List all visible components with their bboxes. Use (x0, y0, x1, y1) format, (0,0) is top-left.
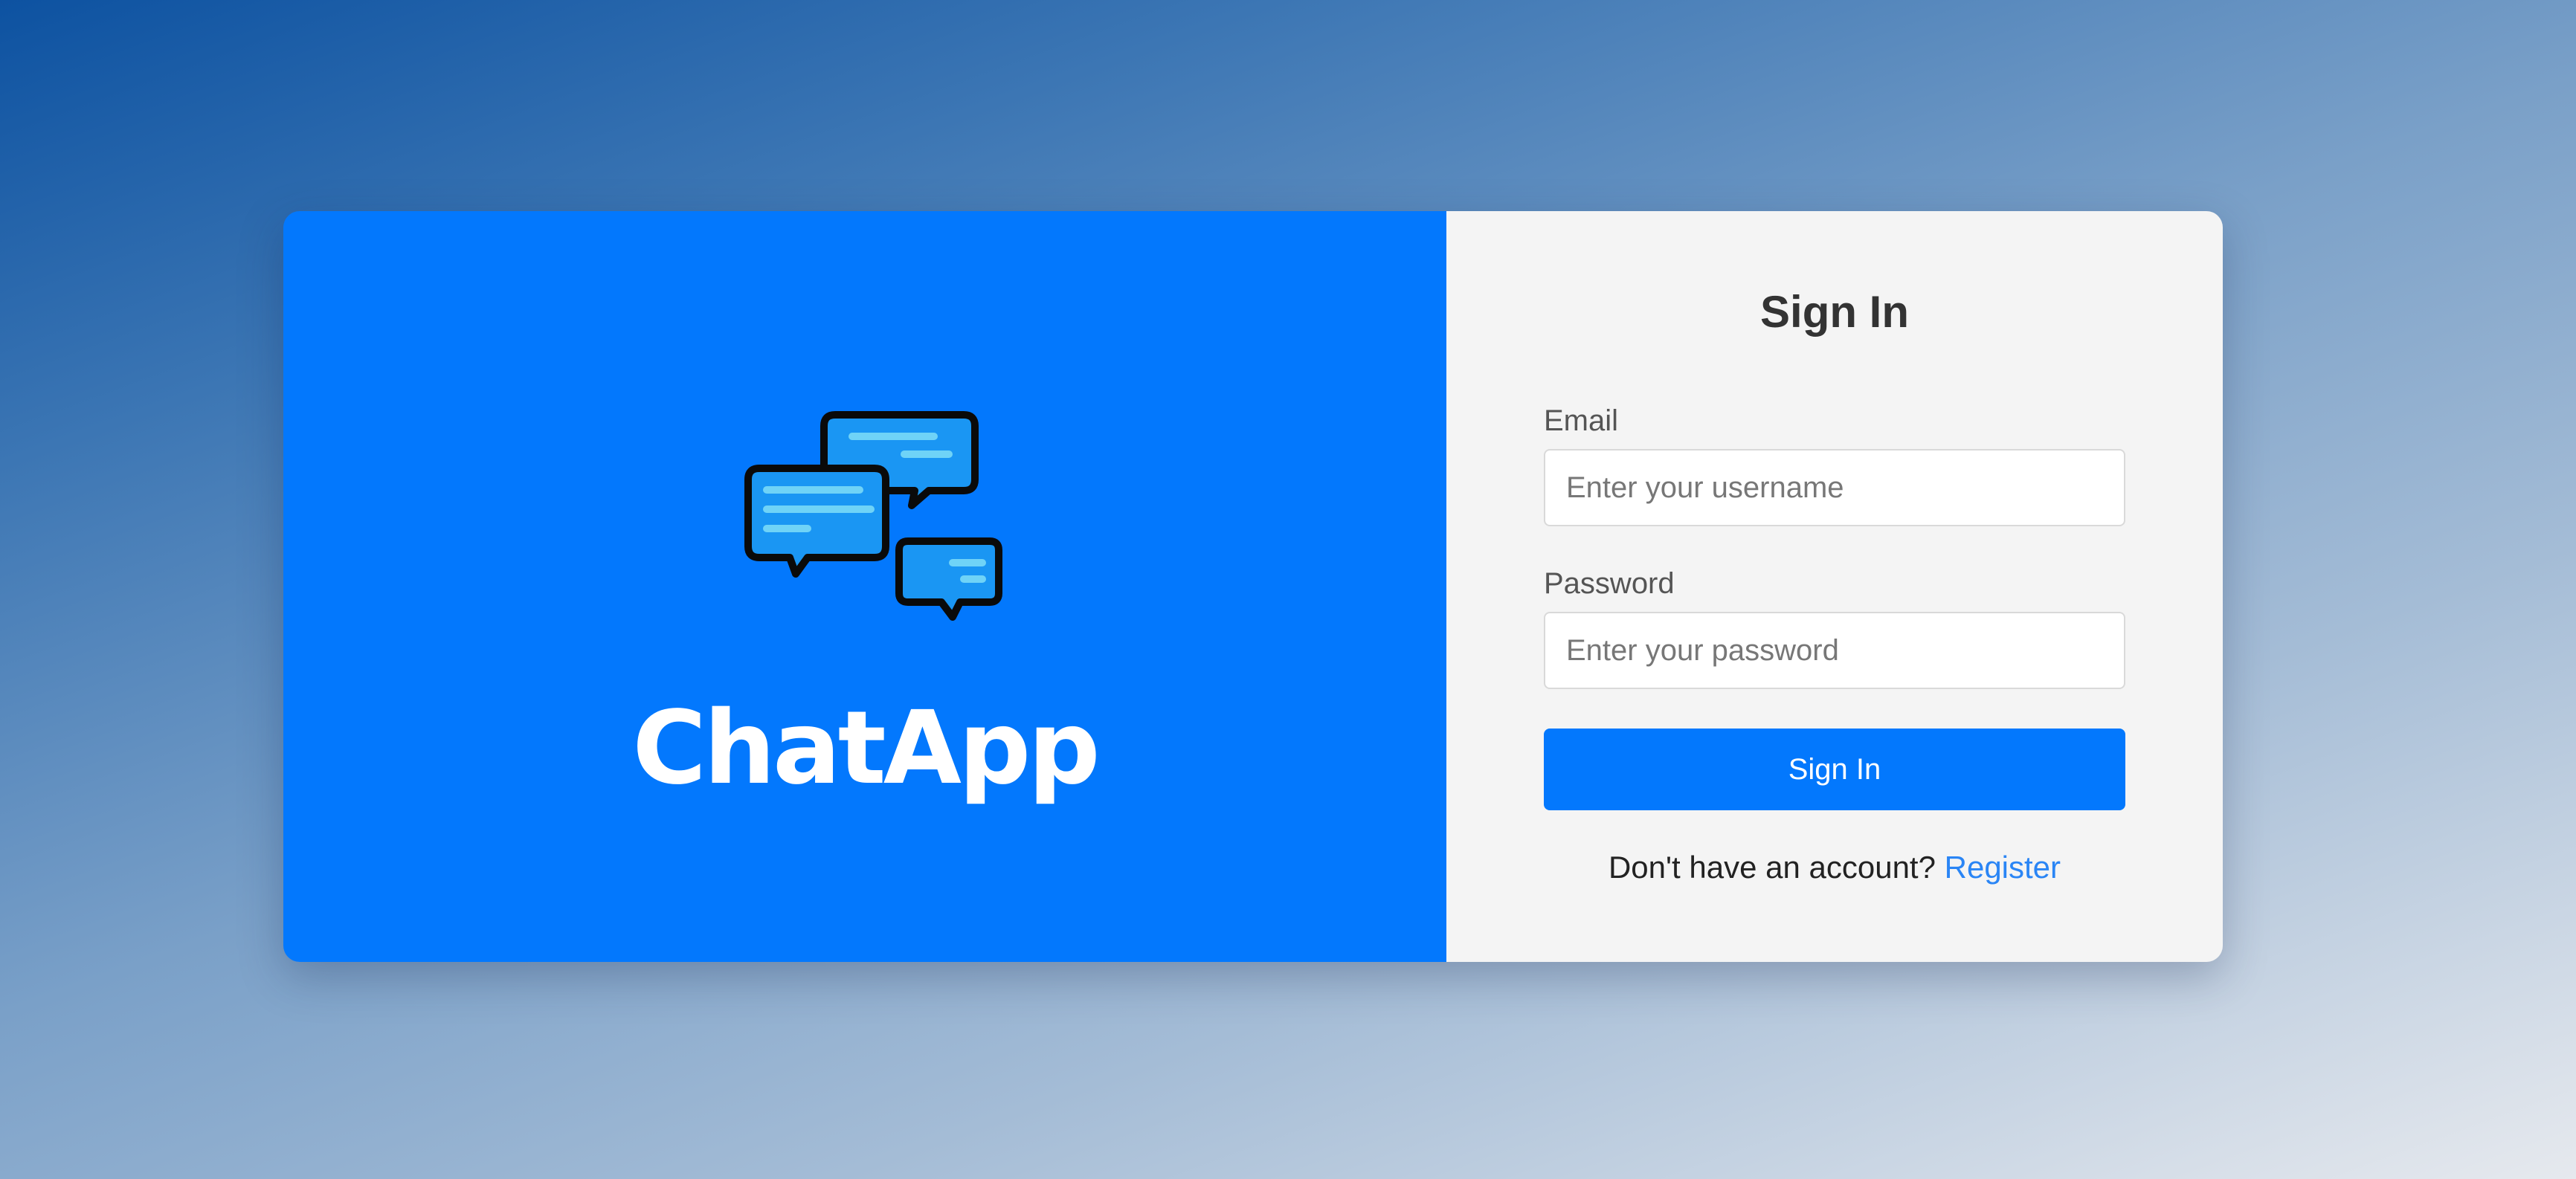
signin-title: Sign In (1760, 287, 1909, 337)
signin-button[interactable]: Sign In (1544, 729, 2125, 810)
register-prompt-text: Don't have an account? (1608, 850, 1936, 885)
email-input[interactable] (1544, 449, 2125, 526)
signin-form-panel: Sign In Email Password Sign In Don't hav… (1446, 211, 2223, 962)
password-input[interactable] (1544, 612, 2125, 689)
login-card: ChatApp Sign In Email Password Sign In D… (283, 211, 2223, 962)
email-label: Email (1544, 404, 1619, 437)
chat-bubbles-icon (744, 411, 1002, 621)
brand-panel: ChatApp (283, 211, 1446, 962)
register-link[interactable]: Register (1945, 850, 2061, 885)
password-label: Password (1544, 567, 1675, 600)
register-prompt-line: Don't have an account? Register (1446, 852, 2223, 883)
brand-logo-text: ChatApp (632, 690, 1100, 807)
